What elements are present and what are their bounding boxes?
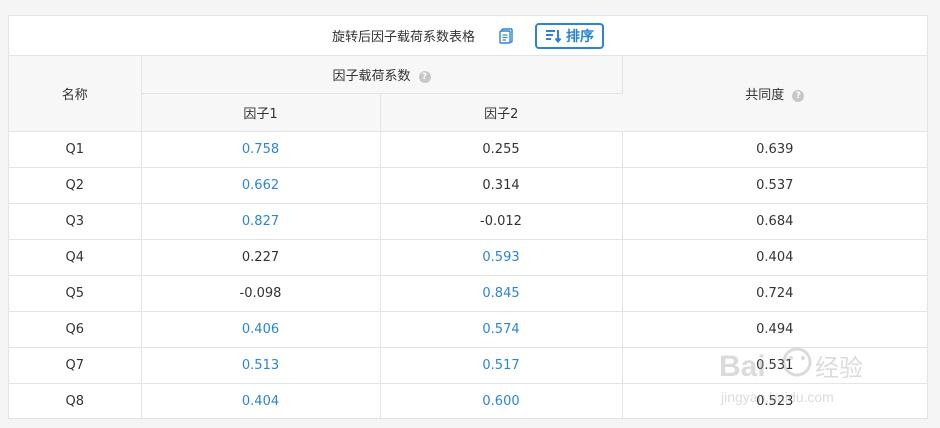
table-toolbar: 旋转后因子载荷系数表格 排序 [9,16,927,56]
factor2-cell: 0.845 [380,275,623,312]
row-name-cell: Q5 [9,275,142,312]
header-factor1: 因子1 [141,93,381,132]
communality-cell: 0.404 [622,239,928,276]
header-factor2: 因子2 [380,93,623,132]
table-row: Q4 0.227 0.593 0.404 [9,239,928,276]
row-name-cell: Q2 [9,167,142,204]
row-name-cell: Q1 [9,131,142,168]
communality-cell: 0.523 [756,394,794,409]
communality-cell: 0.639 [622,131,928,168]
communality-cell: 0.494 [622,311,928,348]
sort-button[interactable]: 排序 [535,22,604,49]
help-icon[interactable]: ? [792,89,805,102]
factor2-cell: 0.593 [380,239,623,276]
table-row: Q8 0.404 0.600 0.523 [9,383,927,419]
row-name-cell: Q4 [9,239,142,276]
table-title: 旋转后因子载荷系数表格 [331,30,475,45]
header-name: 名称 [9,56,142,132]
factor2-cell: -0.012 [380,203,623,240]
header-loading-group: 因子载荷系数? [141,56,623,94]
table-row: Q2 0.662 0.314 0.537 [9,167,928,204]
communality-cell: 0.724 [622,275,928,312]
header-communality: 共同度? [622,56,928,132]
sort-lines-icon [545,29,561,43]
factor1-cell: 0.404 [141,383,381,419]
header-communality-label: 共同度 [745,88,785,103]
factor-loading-table: 名称 因子载荷系数? 共同度? 因子1 因子2 Q1 0.758 0.255 0.63… [9,56,928,419]
header-name-label: 名称 [61,88,88,103]
row-name-cell: Q6 [9,311,142,348]
factor1-cell: 0.227 [141,239,381,276]
help-icon[interactable]: ? [418,70,431,83]
header-loading-label: 因子载荷系数 [332,69,411,84]
table-row: Q1 0.758 0.255 0.639 [9,131,928,168]
factor2-cell: 0.255 [380,131,623,168]
factor1-cell: 0.513 [141,347,381,384]
table-row: Q3 0.827 -0.012 0.684 [9,203,928,240]
sort-button-label: 排序 [566,28,594,45]
row-name-cell: Q7 [9,347,142,384]
row-name-cell: Q8 [9,383,142,419]
table-row: Q6 0.406 0.574 0.494 [9,311,928,348]
factor1-cell: 0.406 [141,311,381,348]
table-body: Q1 0.758 0.255 0.639 Q2 0.662 0.314 0.537 Q3 0.82… [9,131,928,419]
copy-icon[interactable] [497,27,515,45]
row-name-cell: Q3 [9,203,142,240]
factor2-cell: 0.517 [380,347,623,384]
factor2-cell: 0.600 [380,383,623,419]
communality-cell: 0.531 [622,347,928,384]
factor1-cell: 0.758 [141,131,381,168]
factor2-cell: 0.574 [380,311,623,348]
factor1-cell: -0.098 [141,275,381,312]
table-row: Q5 -0.098 0.845 0.724 [9,275,928,312]
factor-loading-panel: 旋转后因子载荷系数表格 排序 名称 因子载荷系数 ? 共同度 ? 因子1 因子2… [8,15,928,419]
communality-cell: 0.537 [622,167,928,204]
table-row: Q7 0.513 0.517 0.531 [9,347,928,384]
communality-cell: 0.684 [622,203,928,240]
factor1-cell: 0.662 [141,167,381,204]
factor1-cell: 0.827 [141,203,381,240]
factor2-cell: 0.314 [380,167,623,204]
